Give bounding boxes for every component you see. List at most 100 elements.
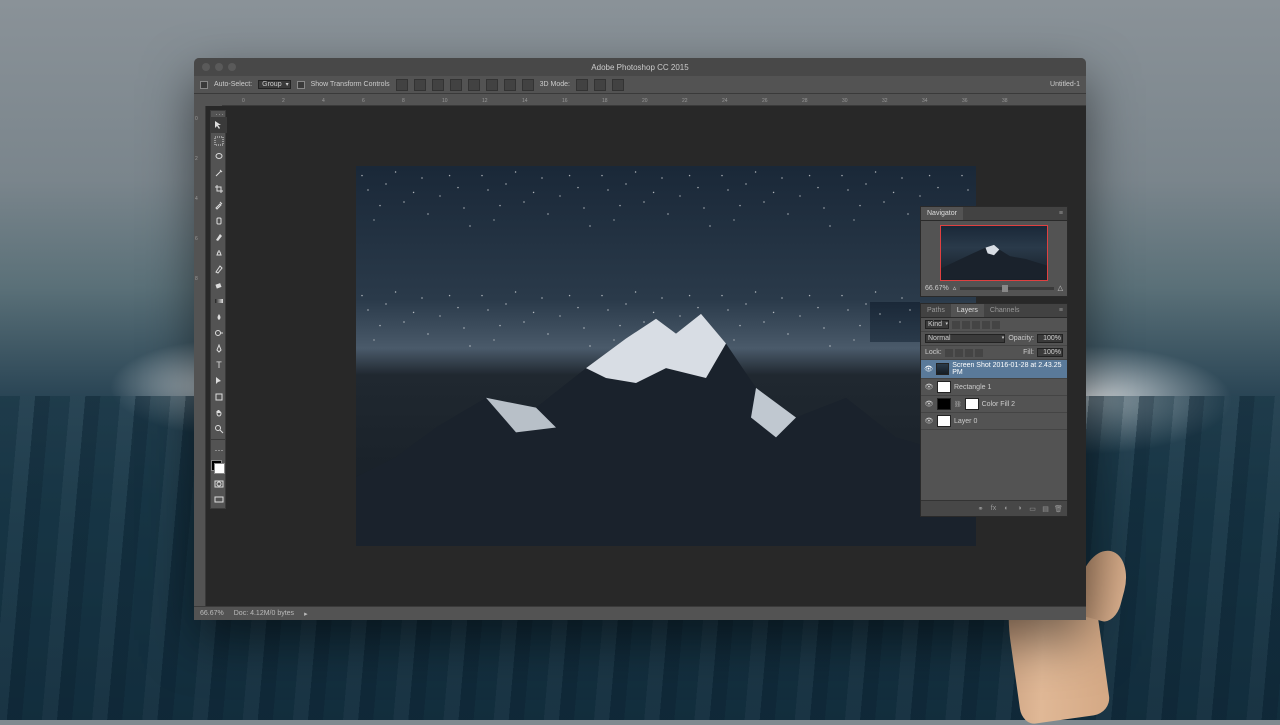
gradient-tool[interactable] <box>211 293 227 309</box>
crop-tool[interactable] <box>211 181 227 197</box>
layer-thumbnail[interactable] <box>937 398 951 410</box>
eraser-tool[interactable] <box>211 277 227 293</box>
marquee-tool[interactable] <box>211 133 227 149</box>
layer-mask-icon[interactable]: ◐ <box>1002 504 1011 513</box>
zoom-out-icon[interactable]: ▵ <box>953 284 957 292</box>
layer-fx-icon[interactable]: fx <box>989 504 998 513</box>
status-chevron-icon[interactable]: ▸ <box>304 610 308 618</box>
move-tool[interactable] <box>211 117 227 133</box>
brush-tool[interactable] <box>211 229 227 245</box>
distribute-h-icon[interactable] <box>504 79 516 91</box>
align-left-icon[interactable] <box>396 79 408 91</box>
auto-select-dropdown[interactable]: Group <box>258 80 290 89</box>
layer-visibility-icon[interactable]: 👁 <box>924 416 934 426</box>
lock-image-icon[interactable] <box>955 349 963 357</box>
clone-stamp-tool[interactable] <box>211 245 227 261</box>
filter-smart-icon[interactable] <box>992 321 1000 329</box>
layer-mask-thumbnail[interactable] <box>965 398 979 410</box>
edit-toolbar-icon[interactable]: ··· <box>211 442 227 458</box>
channels-tab[interactable]: Channels <box>984 304 1026 317</box>
window-titlebar[interactable]: Adobe Photoshop CC 2015 <box>194 58 1086 76</box>
lock-all-icon[interactable] <box>975 349 983 357</box>
minimize-button[interactable] <box>215 63 223 71</box>
close-button[interactable] <box>202 63 210 71</box>
layer-name[interactable]: Rectangle 1 <box>954 384 991 391</box>
layer-row-1[interactable]: 👁 Rectangle 1 <box>921 379 1067 396</box>
magic-wand-tool[interactable] <box>211 165 227 181</box>
new-layer-icon[interactable]: ▤ <box>1041 504 1050 513</box>
navigator-thumbnail[interactable] <box>940 225 1048 281</box>
lasso-tool[interactable] <box>211 149 227 165</box>
status-doc-info[interactable]: Doc: 4.12M/0 bytes <box>234 610 294 617</box>
align-right-icon[interactable] <box>432 79 444 91</box>
auto-select-checkbox[interactable] <box>200 81 208 89</box>
layer-visibility-icon[interactable]: 👁 <box>924 382 934 392</box>
history-brush-tool[interactable] <box>211 261 227 277</box>
mode-3d-orbit-icon[interactable] <box>576 79 588 91</box>
screen-mode-icon[interactable] <box>211 492 227 508</box>
horizontal-ruler[interactable]: 02468101214161820222426283032343638 <box>222 94 1086 106</box>
layer-row-2[interactable]: 👁 ⛓ Color Fill 2 <box>921 396 1067 413</box>
lock-transparency-icon[interactable] <box>945 349 953 357</box>
document-canvas[interactable] <box>356 166 976 546</box>
hand-tool[interactable] <box>211 405 227 421</box>
navigator-menu-icon[interactable]: ≡ <box>1055 207 1067 220</box>
distribute-v-icon[interactable] <box>522 79 534 91</box>
pen-tool[interactable] <box>211 341 227 357</box>
show-transform-checkbox[interactable] <box>297 81 305 89</box>
layers-menu-icon[interactable]: ≡ <box>1055 304 1067 317</box>
status-zoom[interactable]: 66.67% <box>200 610 224 617</box>
mode-3d-pan-icon[interactable] <box>612 79 624 91</box>
delete-layer-icon[interactable]: 🗑 <box>1054 504 1063 513</box>
maximize-button[interactable] <box>228 63 236 71</box>
layer-row-3[interactable]: 👁 Layer 0 <box>921 413 1067 430</box>
link-layers-icon[interactable]: ⚭ <box>976 504 985 513</box>
dodge-tool[interactable] <box>211 325 227 341</box>
path-selection-tool[interactable] <box>211 373 227 389</box>
show-transform-label: Show Transform Controls <box>311 81 390 88</box>
layer-visibility-icon[interactable]: 👁 <box>924 364 933 374</box>
layer-filter-kind[interactable]: Kind <box>925 320 949 329</box>
vertical-ruler[interactable]: 02468 <box>194 106 206 606</box>
fill-input[interactable]: 100% <box>1037 348 1063 357</box>
color-swatch[interactable] <box>211 460 225 474</box>
layer-name[interactable]: Layer 0 <box>954 418 977 425</box>
tools-panel[interactable]: T ··· <box>210 110 226 509</box>
opacity-input[interactable]: 100% <box>1037 334 1063 343</box>
layer-thumbnail[interactable] <box>937 381 951 393</box>
type-tool[interactable]: T <box>211 357 227 373</box>
filter-type-icon[interactable] <box>972 321 980 329</box>
layer-visibility-icon[interactable]: 👁 <box>924 399 934 409</box>
layer-name[interactable]: Screen Shot 2016-01-28 at 2.43.25 PM <box>952 362 1064 376</box>
paths-tab[interactable]: Paths <box>921 304 951 317</box>
workspace: 02468 T ··· <box>194 106 1086 606</box>
rectangle-tool[interactable] <box>211 389 227 405</box>
align-top-icon[interactable] <box>450 79 462 91</box>
filter-adjust-icon[interactable] <box>962 321 970 329</box>
mode-3d-roll-icon[interactable] <box>594 79 606 91</box>
lock-position-icon[interactable] <box>965 349 973 357</box>
layer-thumbnail[interactable] <box>937 415 951 427</box>
eyedropper-tool[interactable] <box>211 197 227 213</box>
layer-row-0[interactable]: 👁 Screen Shot 2016-01-28 at 2.43.25 PM <box>921 360 1067 379</box>
layer-thumbnail[interactable] <box>936 363 949 375</box>
healing-brush-tool[interactable] <box>211 213 227 229</box>
blur-tool[interactable] <box>211 309 227 325</box>
zoom-in-icon[interactable]: △ <box>1058 284 1063 292</box>
navigator-zoom-slider[interactable] <box>960 287 1053 290</box>
align-center-v-icon[interactable] <box>468 79 480 91</box>
quick-mask-icon[interactable] <box>211 476 227 492</box>
align-bottom-icon[interactable] <box>486 79 498 91</box>
adjustment-layer-icon[interactable]: ◑ <box>1015 504 1024 513</box>
layers-empty-area[interactable] <box>921 430 1067 500</box>
align-center-h-icon[interactable] <box>414 79 426 91</box>
filter-pixel-icon[interactable] <box>952 321 960 329</box>
navigator-tab[interactable]: Navigator <box>921 207 963 220</box>
layer-group-icon[interactable]: ▭ <box>1028 504 1037 513</box>
filter-shape-icon[interactable] <box>982 321 990 329</box>
layers-tab[interactable]: Layers <box>951 304 984 317</box>
blend-mode-dropdown[interactable]: Normal <box>925 334 1005 343</box>
zoom-tool[interactable] <box>211 421 227 437</box>
layer-name[interactable]: Color Fill 2 <box>982 401 1015 408</box>
options-bar: Auto-Select: Group Show Transform Contro… <box>194 76 1086 94</box>
